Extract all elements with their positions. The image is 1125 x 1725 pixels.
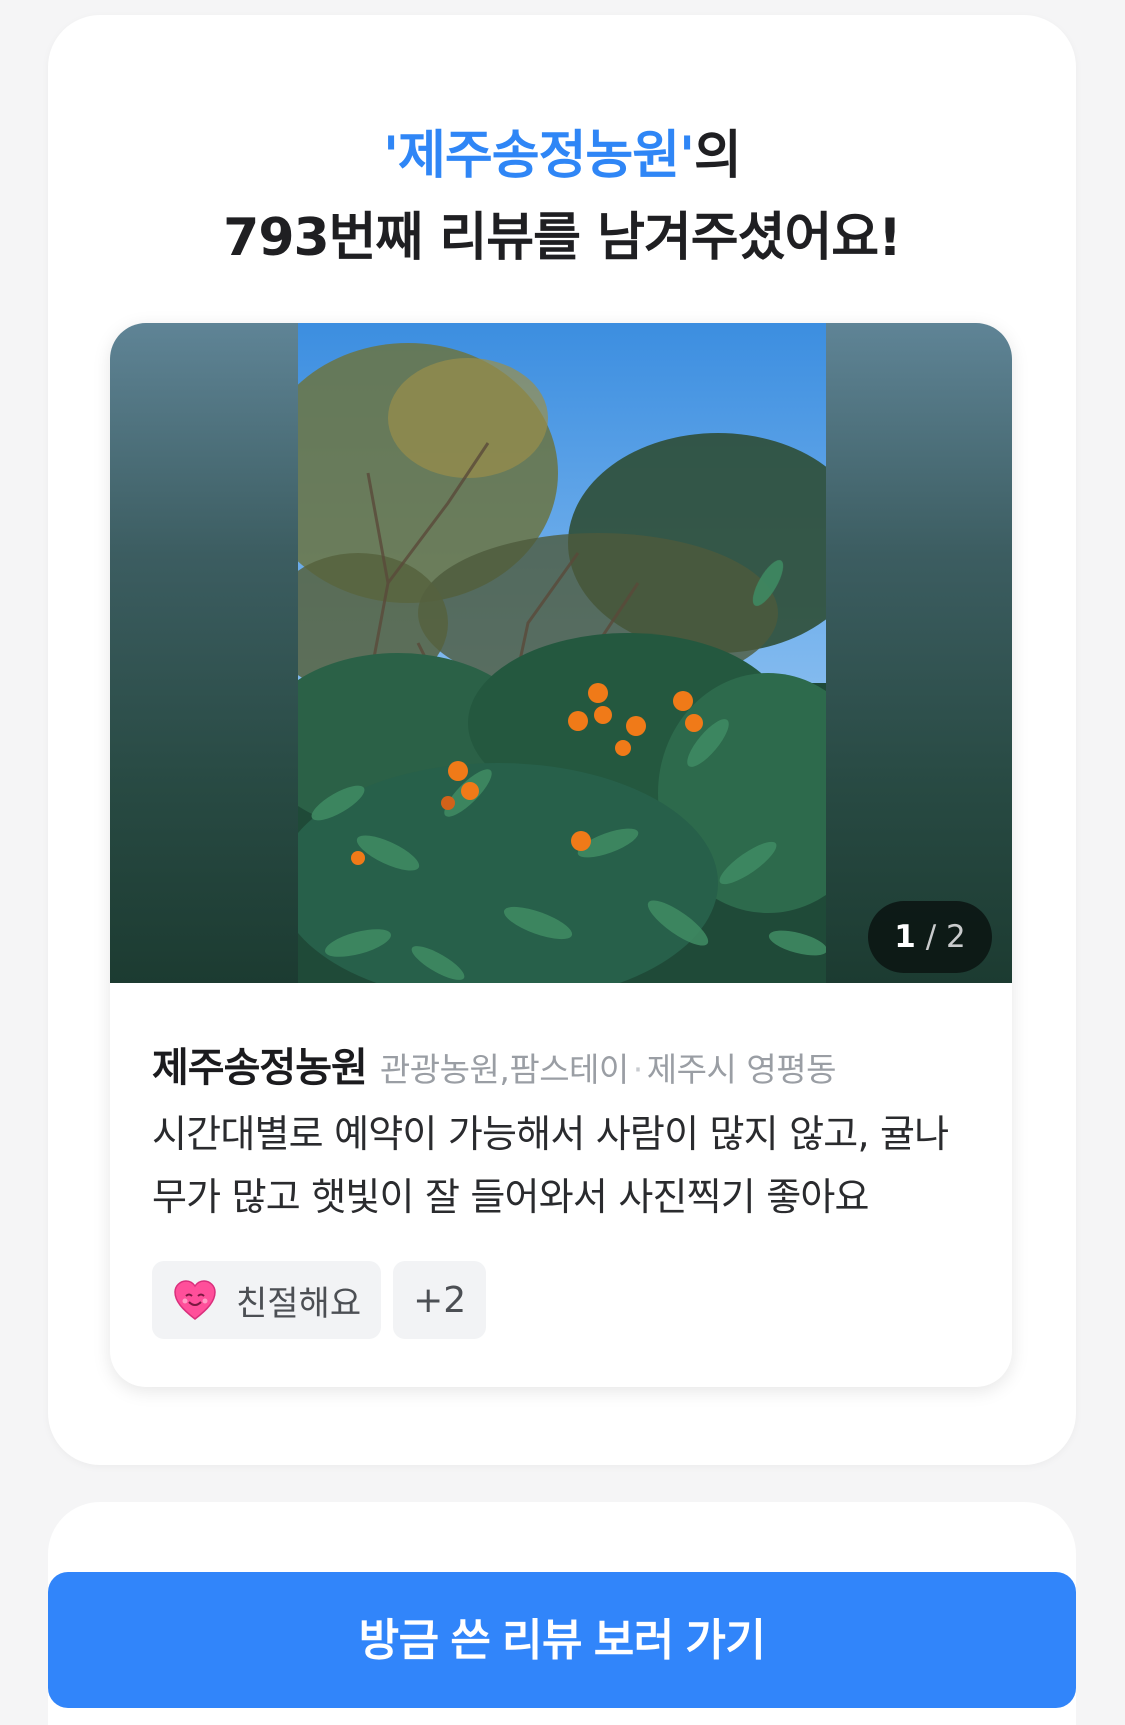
title-line-1: '제주송정농원'의	[48, 115, 1076, 197]
review-complete-page: '제주송정농원'의 793번째 리뷰를 남겨주셨어요! 1 / 2 제주송정농원…	[0, 0, 1125, 1725]
more-tags-badge[interactable]: +2	[393, 1261, 487, 1339]
view-review-button[interactable]: 방금 쓴 리뷰 보러 가기	[48, 1572, 1076, 1708]
page-title: '제주송정농원'의 793번째 리뷰를 남겨주셨어요!	[48, 115, 1076, 279]
photo-carousel[interactable]: 1 / 2	[110, 323, 1012, 983]
place-meta: 관광농원,팜스테이 · 제주시 영평동	[379, 1050, 837, 1089]
title-quote-open: '	[383, 126, 399, 186]
photo-counter-separator: /	[915, 919, 946, 955]
title-line-2: 793번째 리뷰를 남겨주셨어요!	[223, 208, 902, 268]
title-suffix: 의	[694, 126, 742, 186]
place-category: 관광농원,팜스테이	[379, 1050, 629, 1089]
review-summary-card: '제주송정농원'의 793번째 리뷰를 남겨주셨어요! 1 / 2 제주송정농원…	[48, 15, 1076, 1465]
title-place-name: 제주송정농원	[398, 126, 680, 186]
keyword-tag-label: 친절해요	[236, 1283, 362, 1324]
photo-counter-total: 2	[946, 919, 966, 955]
place-location: 제주시 영평동	[646, 1050, 837, 1089]
keyword-tag: 친절해요	[152, 1261, 382, 1339]
review-preview-card[interactable]: 1 / 2 제주송정농원 관광농원,팜스테이 · 제주시 영평동 시간대별로 예약이…	[110, 323, 1012, 1387]
photo-counter-current: 1	[894, 919, 916, 955]
keyword-tags: 친절해요 +2	[152, 1261, 487, 1339]
review-photo[interactable]	[298, 323, 826, 983]
title-quote-close: '	[679, 126, 695, 186]
smiling-heart-icon	[172, 1277, 218, 1323]
review-text: 시간대별로 예약이 가능해서 사람이 많지 않고, 귤나무가 많고 햇빛이 잘 …	[152, 1112, 949, 1219]
photo-counter: 1 / 2	[868, 901, 992, 973]
place-name[interactable]: 제주송정농원	[152, 1045, 368, 1091]
meta-separator: ·	[632, 1050, 644, 1089]
place-info: 제주송정농원 관광농원,팜스테이 · 제주시 영평동	[152, 1035, 836, 1093]
